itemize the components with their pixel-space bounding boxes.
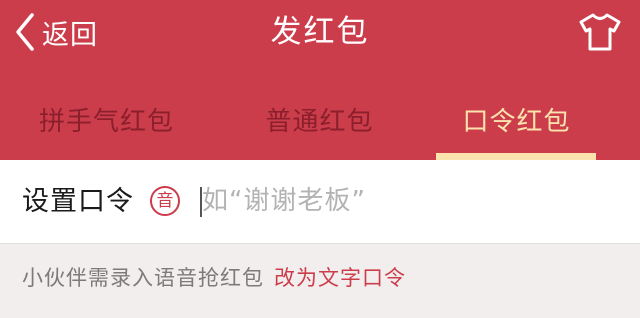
hint-row: 小伙伴需录入语音抢红包 改为文字口令 <box>22 244 406 312</box>
active-tab-indicator <box>436 153 596 160</box>
tab-bar: 拼手气红包 普通红包 口令红包 <box>0 98 640 160</box>
skin-button[interactable] <box>578 12 622 52</box>
header: 返回 发红包 拼手气红包 普通红包 口令红包 <box>0 0 640 160</box>
page-title: 发红包 <box>270 14 370 50</box>
tab-normal[interactable]: 普通红包 <box>213 98 426 160</box>
switch-to-text-link[interactable]: 改为文字口令 <box>274 266 406 290</box>
tshirt-icon <box>579 13 621 51</box>
passphrase-input[interactable] <box>202 178 622 224</box>
voice-badge: 音 <box>150 186 180 216</box>
hint-text: 小伙伴需录入语音抢红包 <box>22 266 264 290</box>
tab-passphrase[interactable]: 口令红包 <box>410 98 623 160</box>
passphrase-row: 设置口令 音 <box>0 160 640 244</box>
passphrase-label: 设置口令 <box>22 186 134 217</box>
tab-lucky[interactable]: 拼手气红包 <box>0 98 213 160</box>
